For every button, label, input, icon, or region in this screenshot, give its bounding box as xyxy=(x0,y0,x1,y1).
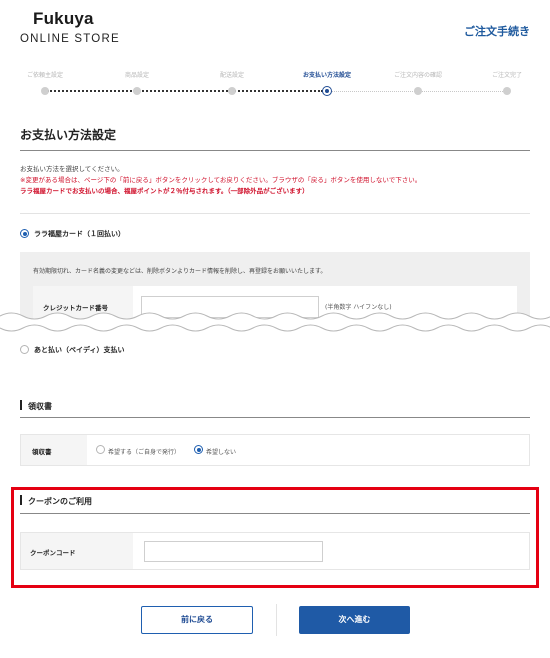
receipt-row-label: 領収書 xyxy=(32,448,52,456)
step-confirm: ご注文内容の確認 xyxy=(373,70,463,95)
step-label: お支払い方法設定 xyxy=(302,72,351,79)
steps-line-completed xyxy=(47,90,323,92)
step-label: 配送設定 xyxy=(219,72,244,79)
receipt-label-cell xyxy=(21,435,87,465)
step-sender: ご依頼主設定 xyxy=(0,70,90,95)
page-header: Fukuya ONLINE STORE ご注文手続き xyxy=(0,0,550,62)
step-dot-current xyxy=(322,86,332,96)
back-button[interactable]: 前に戻る xyxy=(141,606,253,634)
step-complete: ご注文完了 xyxy=(462,70,550,95)
card-panel-note: 有効期限切れ、カード名義の変更などは、削除ボタンよりカード情報を削除し、再登録を… xyxy=(33,268,327,275)
receipt-divider xyxy=(20,417,530,418)
next-button[interactable]: 次へ進む xyxy=(299,606,410,634)
step-delivery: 配送設定 xyxy=(187,70,277,95)
step-dot xyxy=(414,87,422,95)
payment-radio-paidy[interactable] xyxy=(20,345,29,354)
store-logo-subtitle: ONLINE STORE xyxy=(20,33,120,45)
section-marker xyxy=(20,400,22,410)
instruction-text: お支払い方法を選択してください。 xyxy=(20,165,124,173)
title-divider xyxy=(20,150,530,151)
receipt-radio-want[interactable] xyxy=(96,445,105,454)
page-title: お支払い方法設定 xyxy=(20,128,117,142)
payment-option-label[interactable]: ララ福屋カード（１回払い） xyxy=(34,229,125,239)
step-label: 商品設定 xyxy=(124,72,149,79)
warning-text: ※変更がある場合は、ページ下の「前に戻る」ボタンをクリックしてお戻りください。ブ… xyxy=(20,176,422,184)
step-dot xyxy=(228,87,236,95)
step-items: 商品設定 xyxy=(92,70,182,95)
step-label: ご依頼主設定 xyxy=(26,72,63,79)
button-divider xyxy=(276,604,277,636)
payment-radio-lala-card[interactable] xyxy=(20,229,29,238)
step-dot xyxy=(133,87,141,95)
payment-option-label[interactable]: あと払い（ペイディ）支払い xyxy=(34,345,125,355)
receipt-choice-label[interactable]: 希望しない xyxy=(206,447,236,456)
point-notice-text: ララ福屋カードでお支払いの場合、福屋ポイントが２％付与されます。（一部除外品がご… xyxy=(20,187,309,195)
checkout-steps: ご依頼主設定 商品設定 配送設定 お支払い方法設定 ご注文内容の確認 ご注文完了 xyxy=(0,70,550,100)
receipt-heading: 領収書 xyxy=(28,402,52,411)
store-logo[interactable]: Fukuya xyxy=(33,9,94,29)
coupon-highlight-frame xyxy=(11,487,539,588)
step-label: ご注文内容の確認 xyxy=(393,72,442,79)
receipt-choice-label[interactable]: 希望する（ご自身で発行） xyxy=(108,447,180,456)
order-procedure-title: ご注文手続き xyxy=(464,25,530,38)
step-label: ご注文完了 xyxy=(491,72,522,79)
receipt-radio-no[interactable] xyxy=(194,445,203,454)
step-payment: お支払い方法設定 xyxy=(282,70,372,96)
divider xyxy=(20,213,530,214)
torn-edge-cut xyxy=(0,312,550,338)
step-dot xyxy=(503,87,511,95)
step-dot xyxy=(41,87,49,95)
